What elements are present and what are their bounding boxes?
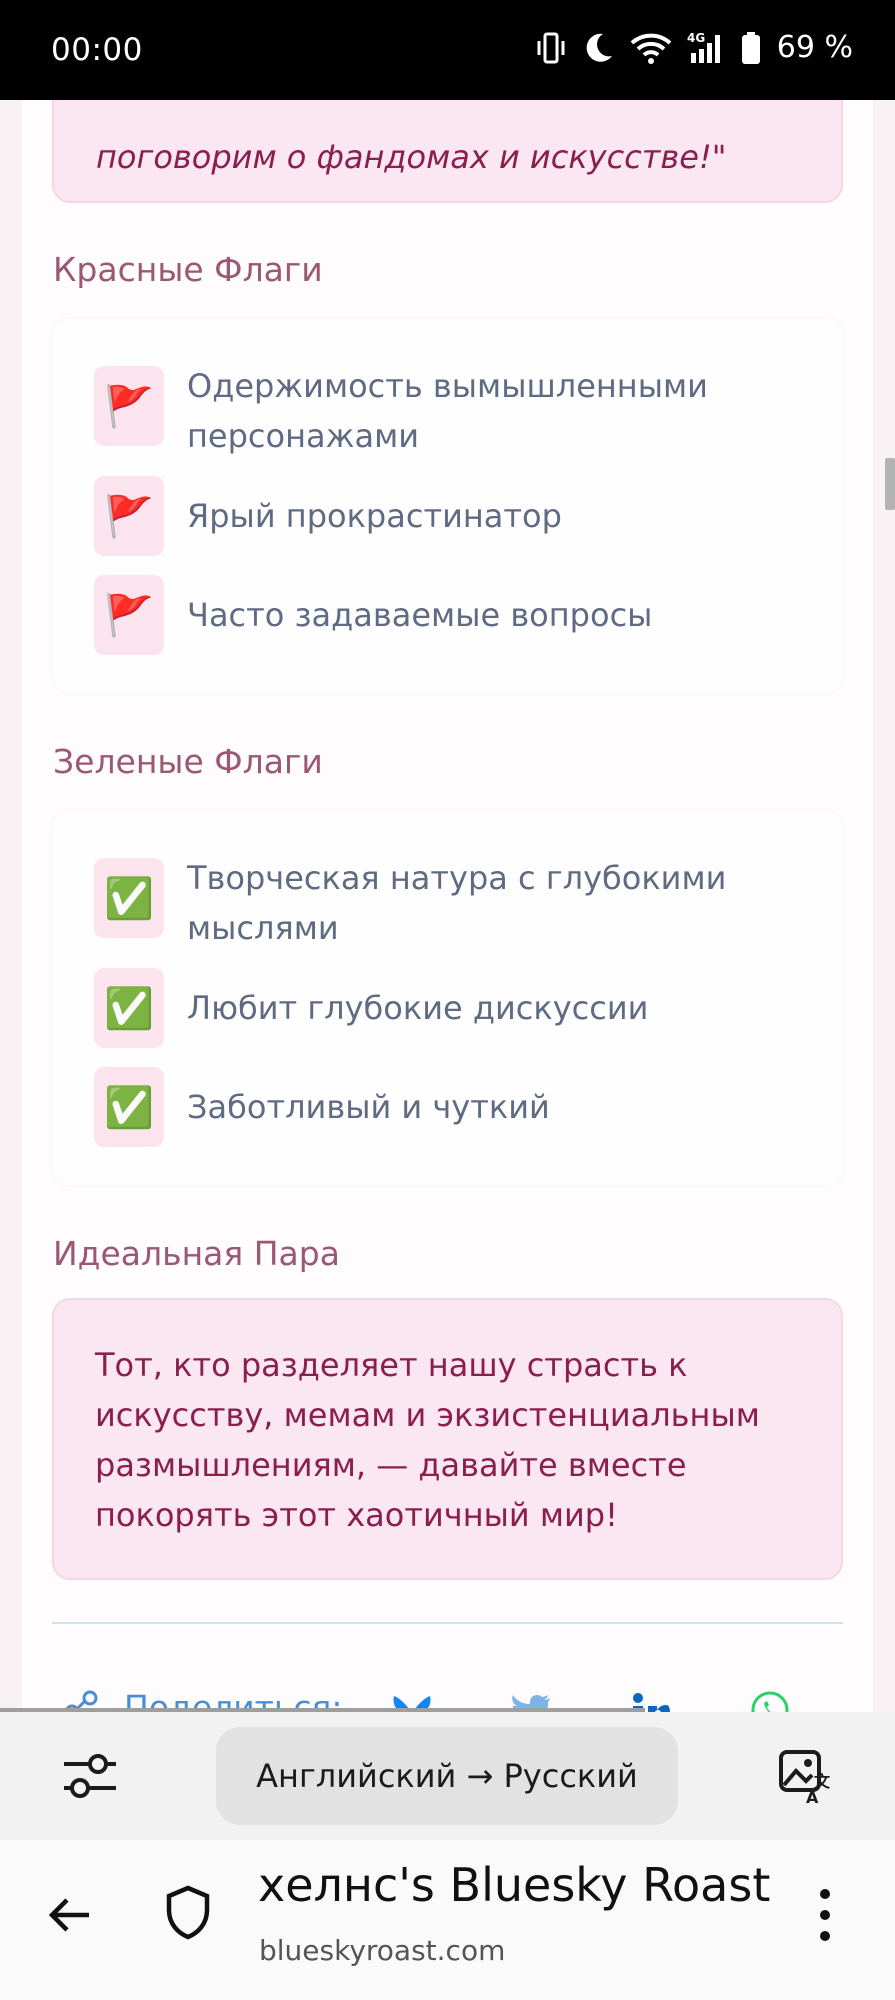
ideal-match-title: Идеальная Пара [53,1234,340,1273]
shield-icon[interactable] [164,1884,212,1940]
vertical-scrollbar[interactable] [885,458,895,510]
translate-bar: Английский → Русский 文 A [0,1712,895,1840]
wifi-icon [629,31,673,65]
battery-percent: 69 % [776,30,853,65]
browser-address-bar: хелнс's Bluesky Roast blueskyroast.com [0,1840,895,2000]
check-icon: ✅ [94,968,164,1048]
red-flags-card: 🚩 Одержимость вымышленными персонажами 🚩… [52,318,843,694]
sliders-icon [64,1754,116,1798]
signal-icon: 4G [687,31,727,65]
network-type: 4G [687,31,705,45]
quote-card: поговорим о фандомах и искусстве!" [52,100,843,203]
red-flag-text: Одержимость вымышленными персонажами [187,367,708,455]
menu-button[interactable] [810,1888,840,1942]
red-flag-icon: 🚩 [94,575,164,655]
whatsapp-icon[interactable] [750,1690,790,1712]
check-icon: ✅ [94,1067,164,1147]
red-flag-text: Ярый прокрастинатор [187,497,562,535]
green-flags-card: ✅ Творческая натура с глубокими мыслями … [52,810,843,1186]
red-flag-icon: 🚩 [94,366,164,446]
back-arrow-icon [48,1898,89,1932]
divider [52,1622,843,1624]
back-button[interactable] [45,1890,95,1940]
status-time: 00:00 [51,32,143,68]
more-vertical-icon [820,1889,830,1941]
image-translate-button[interactable]: 文 A [778,1747,838,1807]
status-icons: 4G 69 % [535,30,853,65]
ideal-match-text: Тот, кто разделяет нашу страсть к искусс… [95,1346,760,1534]
green-flag-text: Любит глубокие дискуссии [187,989,649,1027]
moon-icon [581,31,615,65]
battery-icon [741,31,761,65]
language-pair-button[interactable]: Английский → Русский [216,1727,678,1825]
red-flag-text: Часто задаваемые вопросы [187,596,653,634]
green-flag-text: Заботливый и чуткий [187,1088,550,1126]
green-flags-title: Зеленые Флаги [53,742,323,781]
page-title[interactable]: хелнс's Bluesky Roast [258,1858,770,1912]
page-url[interactable]: blueskyroast.com [259,1934,505,1967]
status-bar: 00:00 4G 69 % [0,0,895,100]
green-flag-text: Творческая натура с глубокими мыслями [187,859,727,947]
red-flags-title: Красные Флаги [53,250,323,289]
ideal-match-card: Тот, кто разделяет нашу страсть к искусс… [52,1298,843,1580]
image-translate-icon: 文 A [779,1750,831,1807]
content-column: поговорим о фандомах и искусстве!" Красн… [22,100,873,1712]
quote-text: поговорим о фандомах и искусстве!" [96,138,727,176]
web-page: поговорим о фандомах и искусстве!" Красн… [0,100,895,1712]
translate-settings-button[interactable] [60,1750,120,1802]
red-flag-icon: 🚩 [94,476,164,556]
vibrate-icon [535,31,567,65]
check-icon: ✅ [94,858,164,938]
svg-text:A: A [806,1788,819,1805]
